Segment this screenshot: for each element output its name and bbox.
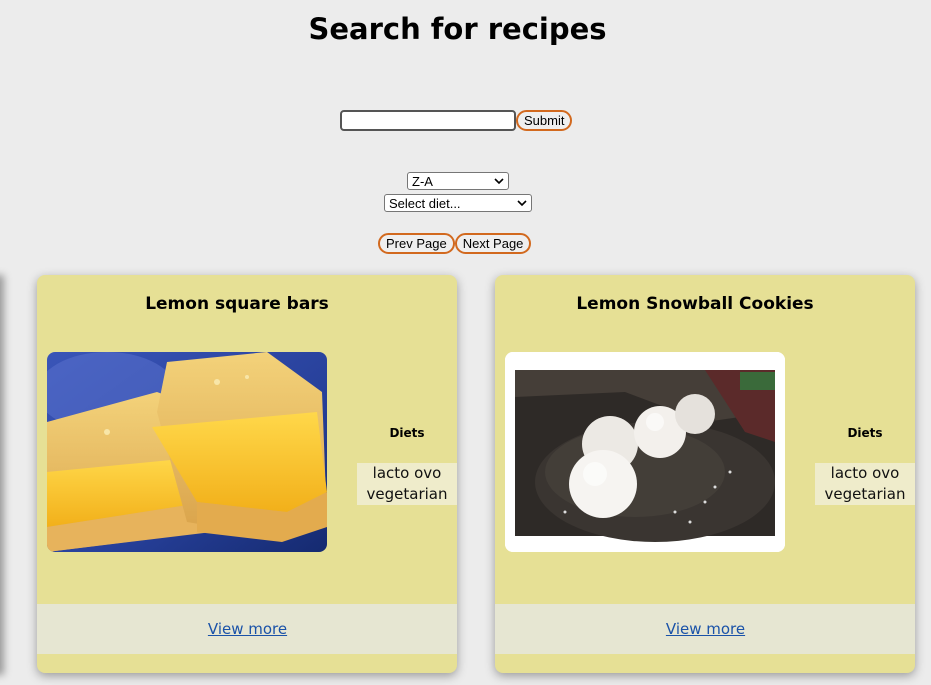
page-title: Search for recipes [308, 12, 607, 46]
lemon-bars-photo [47, 352, 327, 552]
search-input[interactable] [340, 110, 516, 131]
card-footer: View more [495, 604, 915, 654]
next-page-button[interactable]: Next Page [454, 233, 532, 254]
sort-select[interactable]: Z-A [407, 172, 509, 190]
card-footer: View more [37, 604, 457, 654]
pagination: Prev Page Next Page [378, 233, 532, 254]
snowball-cookies-photo [505, 352, 785, 552]
search-form: Submit [340, 110, 573, 131]
diet-badge: lacto ovo vegetarian [357, 463, 457, 505]
view-more-link[interactable]: View more [208, 620, 287, 638]
recipe-title: Lemon Snowball Cookies [576, 294, 814, 314]
diets-label: Diets [847, 426, 883, 440]
page: Search for recipes Submit Z-A Select die… [0, 0, 931, 685]
prev-page-button[interactable]: Prev Page [378, 233, 455, 254]
recipe-card: Lemon Snowball Cookies Diets lacto ovo v… [495, 275, 915, 673]
diets-label: Diets [389, 426, 425, 440]
submit-button[interactable]: Submit [516, 110, 573, 131]
diet-select-value: Select diet... [389, 195, 461, 211]
sort-select-value: Z-A [412, 173, 433, 189]
chevron-down-icon [517, 200, 527, 207]
diet-select[interactable]: Select diet... [384, 194, 532, 212]
chevron-down-icon [494, 178, 504, 185]
recipe-card: Lemon square bars Diets lacto ovo vegeta… [37, 275, 457, 673]
diet-badge: lacto ovo vegetarian [815, 463, 915, 505]
view-more-link[interactable]: View more [666, 620, 745, 638]
recipe-title: Lemon square bars [145, 294, 329, 314]
